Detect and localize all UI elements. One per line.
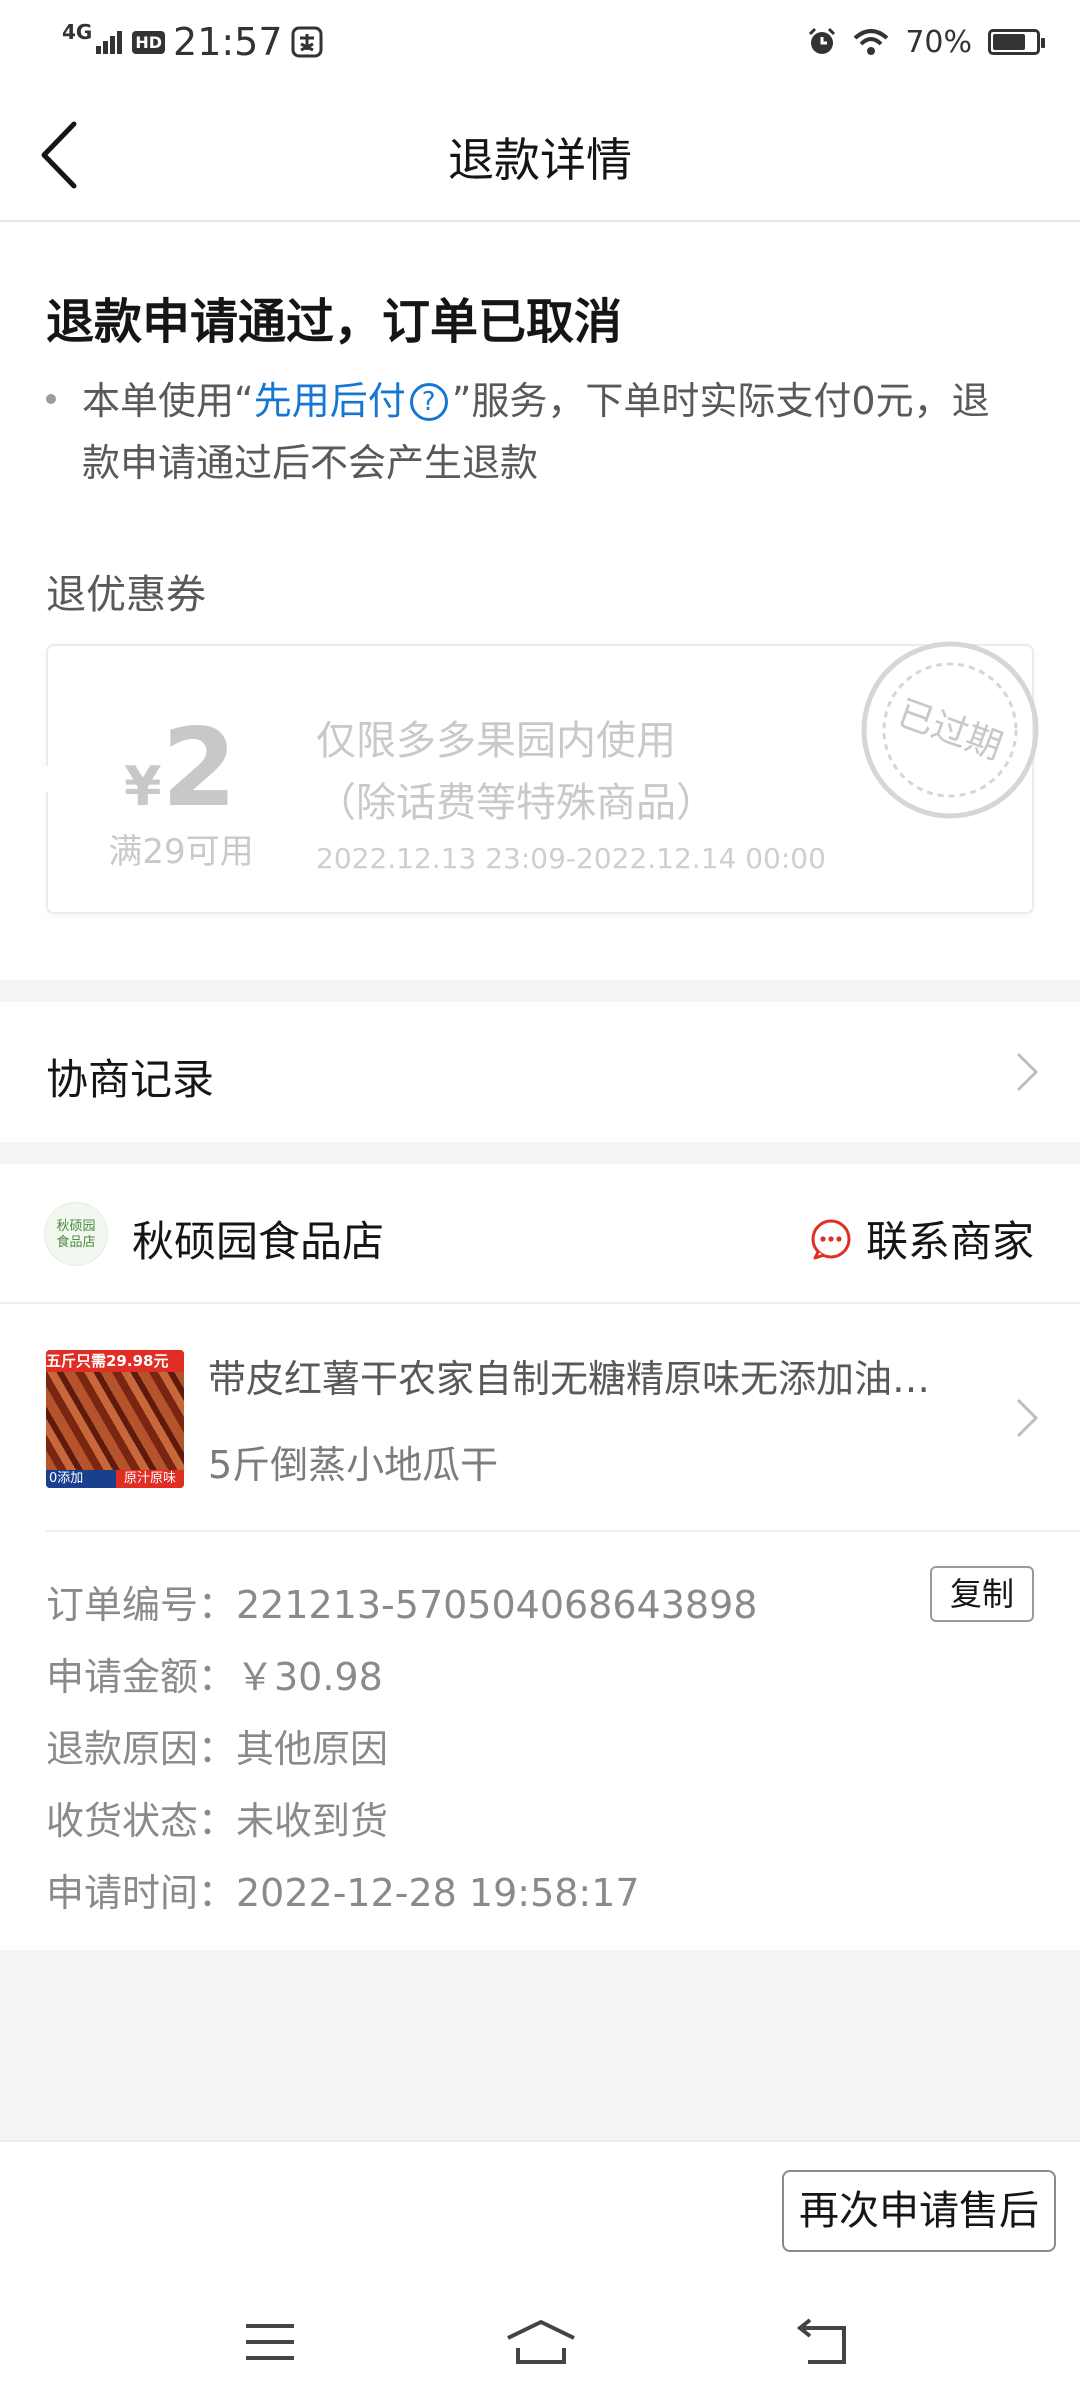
refund-status-section: 退款申请通过，订单已取消 本单使用“先用后付? ”服务，下单时实际支付0元，退款申… [0, 222, 1080, 980]
coupon-section-label: 退优惠券 [46, 572, 206, 618]
chat-bubble-icon [811, 1219, 851, 1259]
thumb-promo-text: 五斤只需29.98元 [46, 1350, 184, 1372]
stamp-text: 已过期 [892, 693, 1008, 768]
negotiation-record-row[interactable]: 协商记录 [0, 1002, 1080, 1142]
desc-prefix: 本单使用“ [82, 379, 254, 423]
coupon-valid-period: 2022.12.13 23:09-2022.12.14 00:00 [316, 842, 826, 875]
hd-badge: HD [132, 30, 166, 54]
refund-status-title: 退款申请通过，订单已取消 [46, 294, 623, 350]
coupon-threshold: 满29可用 [108, 832, 254, 872]
refund-description: 本单使用“先用后付? ”服务，下单时实际支付0元，退款申请通过后不会产生退款 [82, 370, 1002, 494]
menu-icon[interactable] [244, 2318, 296, 2366]
store-logo: 秋硕园 食品店 [44, 1202, 108, 1266]
pay-later-link[interactable]: 先用后付 [254, 379, 406, 423]
product-thumbnail[interactable]: 五斤只需29.98元 0添加 原汁原味 [46, 1350, 184, 1488]
wifi-icon [853, 29, 889, 55]
coupon-amount: ¥2 [124, 706, 237, 831]
app-notification-icon [291, 26, 323, 58]
section-gap [0, 1142, 1080, 1164]
product-name[interactable]: 带皮红薯干农家自制无糖精原味无添加油地瓜干 [208, 1348, 968, 1403]
clock: 21:57 [173, 20, 283, 64]
bullet-dot [46, 394, 56, 404]
negotiation-record-label: 协商记录 [46, 1055, 215, 1104]
coupon-scope-line2: （除话费等特殊商品） [316, 780, 716, 826]
copy-button[interactable]: 复制 [930, 1566, 1034, 1622]
status-bar: 4G HD 21:57 70% [0, 0, 1080, 84]
expired-stamp-icon: 已过期 [861, 641, 1039, 819]
coupon-card: ¥2 满29可用 仅限多多果园内使用 （除话费等特殊商品） 2022.12.13… [38, 641, 1039, 914]
coupon-scope-line1: 仅限多多果园内使用 [316, 718, 676, 764]
back-icon[interactable] [796, 2318, 852, 2366]
contact-merchant-label: 联系商家 [865, 1217, 1034, 1266]
coupon-currency: ¥ [124, 755, 162, 818]
chevron-right-icon [1016, 1052, 1039, 1092]
alarm-icon [809, 27, 836, 54]
reapply-after-sale-button[interactable]: 再次申请售后 [782, 2170, 1056, 2252]
order-section: 秋硕园 食品店 秋硕园食品店 联系商家 五斤只需29.98元 0添加 原汁原味 … [0, 1164, 1080, 1950]
battery-icon [988, 29, 1045, 55]
refund-reason: 退款原因：其他原因 [46, 1727, 389, 1771]
chevron-right-icon[interactable] [1014, 1396, 1040, 1440]
page-title: 退款详情 [448, 133, 632, 187]
apply-amount: 申请金额：￥30.98 [46, 1655, 383, 1699]
divider [46, 1530, 1080, 1532]
system-nav-bar [0, 2282, 1080, 2408]
bottom-action-bar: 再次申请售后 [0, 2140, 1080, 2282]
help-question-icon[interactable]: ? [409, 383, 448, 421]
thumb-image [46, 1372, 184, 1470]
status-left: 4G HD 21:57 [62, 14, 323, 70]
signal-icon [96, 31, 123, 54]
coupon-value: 2 [161, 706, 237, 831]
divider [0, 1302, 1080, 1304]
home-icon[interactable] [504, 2318, 578, 2366]
thumb-bottom-band: 0添加 原汁原味 [46, 1470, 184, 1488]
order-number: 订单编号：221213-570504068643898 [46, 1583, 758, 1627]
coupon-notch [38, 766, 58, 792]
product-spec: 5斤倒蒸小地瓜干 [208, 1443, 499, 1487]
status-right: 70% [807, 14, 1045, 70]
receipt-status: 收货状态：未收到货 [46, 1799, 389, 1843]
nav-bar: 退款详情 [0, 84, 1080, 222]
section-gap [0, 980, 1080, 1002]
contact-merchant-button[interactable]: 联系商家 [810, 1208, 1034, 1269]
apply-time: 申请时间：2022-12-28 19:58:17 [46, 1871, 640, 1915]
page-background [0, 1950, 1080, 2140]
store-name[interactable]: 秋硕园食品店 [132, 1208, 384, 1269]
battery-percent: 70% [905, 24, 972, 60]
network-indicator: 4G [62, 20, 93, 44]
